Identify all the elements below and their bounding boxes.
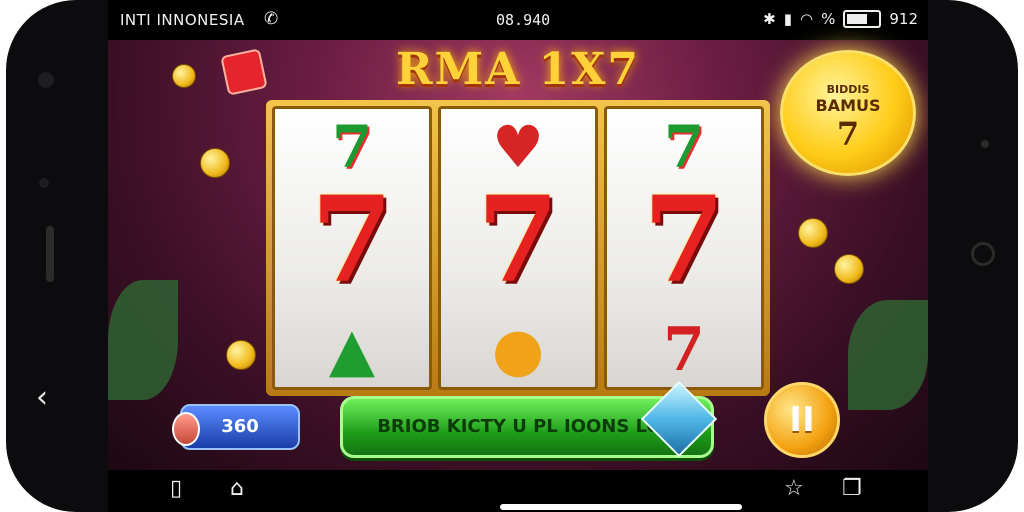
clock: 08.940 [496,11,551,29]
bonus-line1: BIDDIS [826,83,870,96]
overview-icon[interactable]: ❐ [842,476,862,501]
recent-apps-icon[interactable]: ▯ [170,476,182,501]
bet-button[interactable]: 360 [172,404,300,450]
sensor-dot-right [981,140,989,148]
wifi-icon: ◠ [800,10,814,28]
battery-percent: % [821,10,836,28]
reel-2: ♥ 7 ● [438,106,598,390]
home-indicator[interactable] [500,504,742,510]
bet-value: 360 [221,416,259,437]
sensor-dot [39,178,49,188]
leaf-decoration [108,280,178,400]
bonus-number: 7 [836,115,860,153]
game-title: RMA 1X7 [395,44,641,95]
reels: 7 7 ▲ ♥ 7 ● 7 7 7 [272,106,764,390]
side-sensor [46,226,54,282]
star-icon[interactable]: ☆ [784,476,804,501]
coin-icon [798,218,828,248]
status-icons: ✱ ▮ ◠ % 912 [763,10,918,28]
spin-label: BRIOB KICTY U PL IOONS LON [377,416,677,437]
reel-1: 7 7 ▲ [272,106,432,390]
back-chevron-icon[interactable]: ‹ [36,380,48,415]
signal-icon: ▮ [783,10,792,28]
coin-icon [172,64,196,88]
bet-cap-icon [172,412,200,446]
game-area[interactable]: RMA 1X7 BIDDIS BAMUS 7 7 7 ▲ ♥ 7 ● 7 7 7… [108,40,928,470]
reel-symbol-middle: 7 [310,170,394,309]
phone-frame: ‹ INTI INNONESIA ✆ 08.940 ✱ ▮ ◠ % 912 RM… [6,0,1018,512]
pause-icon: II [789,400,815,440]
dice-icon [220,48,268,96]
side-button-round [971,242,995,266]
pause-button[interactable]: II [764,382,840,458]
bonus-badge[interactable]: BIDDIS BAMUS 7 [780,50,916,176]
leaf-decoration [848,300,928,410]
reel-symbol-middle: 7 [476,170,560,309]
reel-symbol-bottom: 7 [663,315,705,385]
reel-symbol-bottom: ▲ [328,315,376,385]
home-icon[interactable]: ⌂ [230,476,244,501]
coin-icon [834,254,864,284]
reel-3: 7 7 7 [604,106,764,390]
front-camera [38,72,54,88]
reel-symbol-middle: 7 [642,170,726,309]
battery-icon [843,10,882,28]
bonus-line2: BAMUS [815,96,881,115]
screen: INTI INNONESIA ✆ 08.940 ✱ ▮ ◠ % 912 RMA … [108,0,928,470]
carrier-label: INTI INNONESIA [120,11,245,29]
coin-icon [226,340,256,370]
bluetooth-icon: ✱ [763,10,776,28]
battery-level: 912 [889,10,918,28]
navigation-bar: ▯ ⌂ ☆ ❐ [108,470,928,512]
slot-machine: 7 7 ▲ ♥ 7 ● 7 7 7 [266,100,770,396]
coin-icon [200,148,230,178]
status-bar: INTI INNONESIA ✆ 08.940 ✱ ▮ ◠ % 912 [108,0,928,40]
reel-symbol-bottom: ● [491,315,545,385]
notification-icon: ✆ [264,9,279,29]
